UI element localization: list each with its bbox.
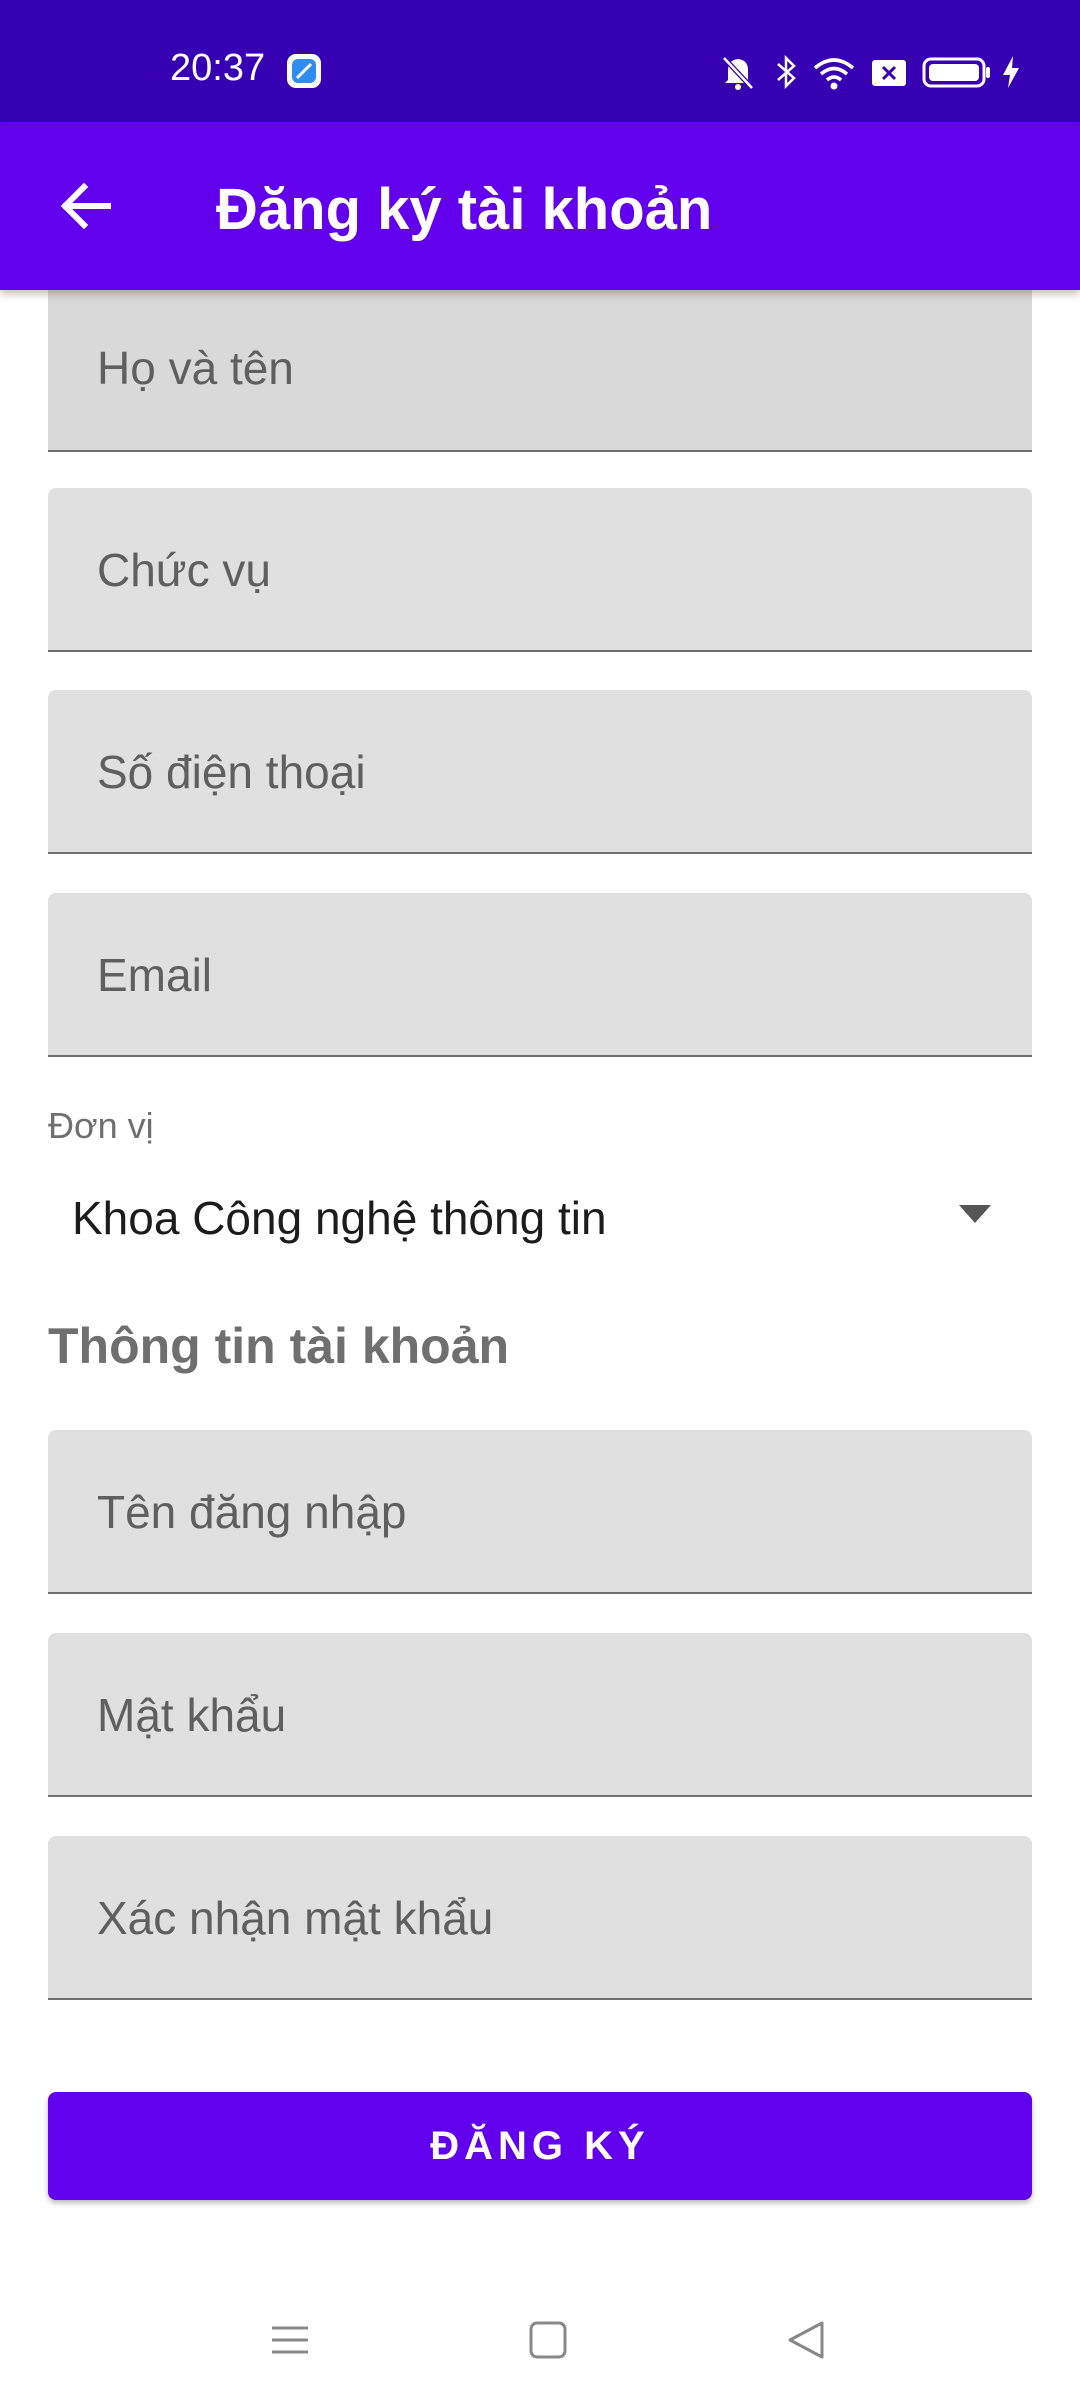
chevron-down-icon [959, 1205, 991, 1223]
system-back-button[interactable] [776, 2310, 836, 2370]
register-screen: 20:37 Đăng ký tài khoản Họ và tên Chức v… [0, 0, 1080, 2400]
wifi-icon [813, 58, 855, 90]
status-icons [720, 50, 1050, 94]
battery-icon [922, 57, 990, 88]
system-nav-bar [0, 2280, 1080, 2400]
app-notification-icon [287, 54, 321, 88]
status-time: 20:37 [170, 47, 266, 89]
phone-field[interactable]: Số điện thoại [48, 690, 1032, 854]
username-field[interactable]: Tên đăng nhập [48, 1430, 1032, 1594]
status-bar: 20:37 [0, 0, 1080, 122]
username-placeholder: Tên đăng nhập [97, 1486, 407, 1538]
bluetooth-icon [777, 54, 796, 90]
bell-off-icon [722, 56, 754, 90]
register-button[interactable]: ĐĂNG KÝ [48, 2092, 1032, 2200]
register-button-label: ĐĂNG KÝ [430, 2123, 650, 2168]
position-field[interactable]: Chức vụ [48, 488, 1032, 652]
full-name-placeholder: Họ và tên [97, 342, 294, 394]
charging-icon [1003, 56, 1019, 88]
confirm-password-field[interactable]: Xác nhận mật khẩu [48, 1836, 1032, 2000]
password-field[interactable]: Mật khẩu [48, 1633, 1032, 1797]
email-field[interactable]: Email [48, 893, 1032, 1057]
account-section-title: Thông tin tài khoản [48, 1318, 510, 1374]
position-placeholder: Chức vụ [97, 544, 271, 596]
page-title: Đăng ký tài khoản [216, 177, 713, 242]
menu-icon [272, 2326, 308, 2354]
arrow-left-icon [60, 182, 111, 230]
confirm-password-placeholder: Xác nhận mật khẩu [97, 1892, 494, 1944]
email-placeholder: Email [97, 949, 213, 1001]
full-name-field[interactable]: Họ và tên [48, 290, 1032, 452]
unit-selected-value: Khoa Công nghệ thông tin [72, 1192, 607, 1244]
back-triangle-icon [788, 2321, 824, 2359]
sim-off-icon [872, 60, 906, 86]
recent-apps-button[interactable] [260, 2310, 320, 2370]
home-button[interactable] [518, 2310, 578, 2370]
phone-placeholder: Số điện thoại [97, 746, 366, 798]
password-placeholder: Mật khẩu [97, 1689, 287, 1741]
back-button[interactable] [40, 160, 132, 252]
app-bar: Đăng ký tài khoản [0, 122, 1080, 290]
unit-label: Đơn vị [48, 1105, 154, 1146]
home-icon [529, 2321, 567, 2359]
unit-dropdown[interactable]: Khoa Công nghệ thông tin [48, 1168, 1032, 1264]
